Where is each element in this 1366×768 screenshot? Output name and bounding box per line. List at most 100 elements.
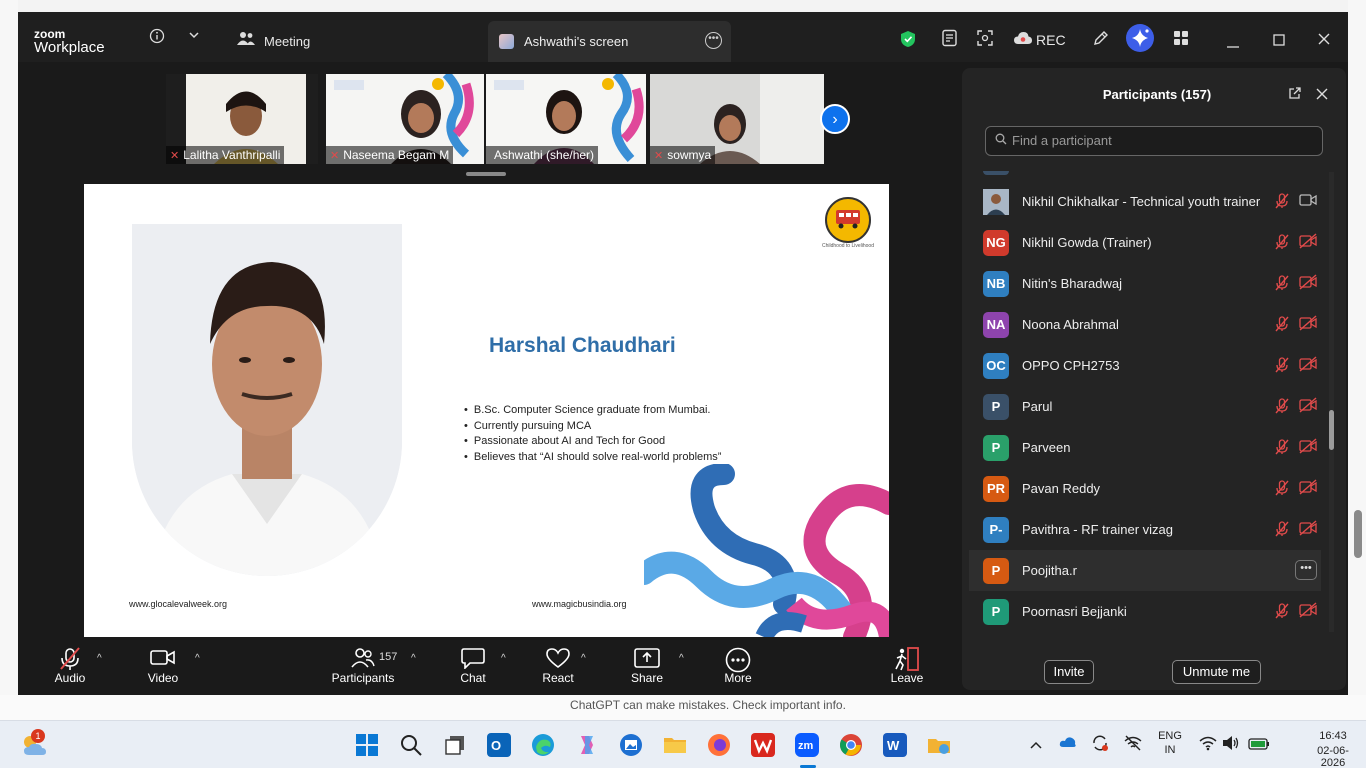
magic-bus-logo bbox=[825, 197, 871, 243]
wifi-icon[interactable] bbox=[1199, 735, 1217, 756]
video-tile-ashwathi[interactable]: Ashwathi (she/her) bbox=[486, 74, 646, 164]
avatar bbox=[983, 171, 1009, 175]
react-button[interactable]: React bbox=[538, 637, 578, 695]
participant-row[interactable]: P Parveen bbox=[969, 427, 1321, 468]
audio-button[interactable]: Audio bbox=[48, 637, 92, 695]
participant-row[interactable]: P Poojitha.r ••• bbox=[969, 550, 1321, 591]
find-participant-input[interactable]: Find a participant bbox=[985, 126, 1323, 156]
network-off-icon[interactable] bbox=[1124, 734, 1142, 757]
muted-mic-icon bbox=[1275, 603, 1289, 622]
edge-icon[interactable] bbox=[531, 733, 555, 757]
audio-options-caret[interactable]: ^ bbox=[97, 653, 102, 664]
file-explorer-icon[interactable] bbox=[663, 733, 687, 757]
background-browser-edge-right bbox=[1348, 0, 1366, 720]
chat-options-caret[interactable]: ^ bbox=[501, 653, 506, 664]
audio-label: Audio bbox=[54, 671, 86, 685]
zoom-window: zoom Workplace Meeting Ashwathi's screen… bbox=[18, 12, 1348, 695]
search-icon[interactable] bbox=[399, 733, 423, 757]
battery-icon[interactable] bbox=[1248, 737, 1270, 755]
onedrive-icon[interactable] bbox=[1059, 735, 1077, 754]
popout-icon[interactable] bbox=[1288, 86, 1302, 105]
title-bar: zoom Workplace Meeting Ashwathi's screen… bbox=[18, 12, 1348, 62]
slide-bullets: B.Sc. Computer Science graduate from Mum… bbox=[464, 403, 722, 465]
video-tile-sowmya[interactable]: ✕ sowmya bbox=[650, 74, 824, 164]
chrome-icon[interactable] bbox=[839, 733, 863, 757]
copilot-icon[interactable] bbox=[575, 733, 599, 757]
svg-text:O: O bbox=[491, 738, 501, 753]
react-options-caret[interactable]: ^ bbox=[581, 653, 586, 664]
tab-more-icon[interactable]: ••• bbox=[705, 32, 722, 49]
muted-mic-icon bbox=[1275, 398, 1289, 417]
cloud-record-icon[interactable] bbox=[1013, 31, 1033, 49]
muted-mic-icon bbox=[1275, 357, 1289, 376]
focus-view-icon[interactable] bbox=[976, 29, 994, 51]
participant-row[interactable]: P Poornasri Bejjanki bbox=[969, 591, 1321, 631]
participants-scrollbar[interactable] bbox=[1329, 172, 1334, 632]
zoom-app-icon[interactable]: zm bbox=[795, 733, 819, 757]
video-tile-naseema[interactable]: ✕ Naseema Begam M bbox=[326, 74, 484, 164]
more-button[interactable]: More bbox=[719, 637, 757, 695]
outlook-icon[interactable]: O bbox=[487, 733, 511, 757]
apps-grid-icon[interactable] bbox=[1173, 30, 1189, 50]
start-windows-icon[interactable] bbox=[355, 733, 379, 757]
sync-icon[interactable] bbox=[1091, 734, 1109, 757]
video-off-icon bbox=[1299, 274, 1317, 290]
participant-row[interactable]: NA Noona Abrahmal bbox=[969, 304, 1321, 345]
minimize-icon[interactable] bbox=[1226, 36, 1240, 53]
participant-row[interactable]: P- Pavithra - RF trainer vizag bbox=[969, 509, 1321, 550]
rec-label[interactable]: REC bbox=[1036, 32, 1066, 48]
video-options-caret[interactable]: ^ bbox=[195, 653, 200, 664]
video-tile-name: ✕ sowmya bbox=[650, 146, 716, 164]
participant-row[interactable]: PR Pavan Reddy bbox=[969, 468, 1321, 509]
photos-icon[interactable] bbox=[619, 733, 643, 757]
wps-office-icon[interactable] bbox=[751, 733, 775, 757]
participant-row[interactable]: NB Nitin's Bharadwaj bbox=[969, 263, 1321, 304]
firefox-icon[interactable] bbox=[707, 733, 731, 757]
participants-button[interactable]: Participants bbox=[328, 637, 398, 695]
participants-count: 157 bbox=[379, 651, 398, 663]
strip-drag-handle[interactable] bbox=[466, 172, 506, 176]
volume-icon[interactable] bbox=[1222, 735, 1240, 756]
share-screen-tab[interactable]: Ashwathi's screen ••• bbox=[488, 21, 731, 62]
video-tile-name: Ashwathi (she/her) bbox=[486, 146, 599, 164]
annotate-pencil-icon[interactable] bbox=[1092, 29, 1110, 51]
unmute-me-button[interactable]: Unmute me bbox=[1172, 660, 1261, 684]
avatar: P- bbox=[983, 517, 1009, 543]
participant-name: Nikhil Gowda (Trainer) bbox=[1022, 235, 1152, 250]
folder-app-icon[interactable] bbox=[927, 733, 951, 757]
participant-row[interactable]: NG Nikhil Gowda (Trainer) bbox=[969, 222, 1321, 263]
info-icon[interactable] bbox=[149, 28, 165, 48]
participant-row[interactable]: Nikhil Chikhalkar - Technical youth trai… bbox=[969, 181, 1321, 222]
background-scrollbar[interactable] bbox=[1354, 510, 1362, 558]
video-button[interactable]: Video bbox=[142, 637, 184, 695]
language-indicator[interactable]: ENG IN bbox=[1156, 730, 1184, 756]
video-tile-lalitha[interactable]: ✕ Lalitha Vanthripalli bbox=[166, 74, 318, 164]
invite-button[interactable]: Invite bbox=[1044, 660, 1094, 684]
share-options-caret[interactable]: ^ bbox=[679, 653, 684, 664]
participant-row[interactable]: P Parul bbox=[969, 386, 1321, 427]
video-off-icon bbox=[1299, 479, 1317, 495]
panel-close-icon[interactable] bbox=[1316, 87, 1328, 105]
close-icon[interactable] bbox=[1317, 32, 1331, 50]
chevron-down-icon[interactable] bbox=[188, 28, 200, 45]
avatar: NA bbox=[983, 312, 1009, 338]
word-icon[interactable]: W bbox=[883, 733, 907, 757]
participants-options-caret[interactable]: ^ bbox=[411, 653, 416, 664]
clock[interactable]: 16:43 02-06-2026 bbox=[1308, 730, 1358, 768]
tray-chevron-up-icon[interactable] bbox=[1029, 737, 1043, 755]
share-button[interactable]: Share bbox=[628, 637, 666, 695]
browser-notice: ChatGPT can make mistakes. Check importa… bbox=[0, 695, 1366, 720]
maximize-icon[interactable] bbox=[1272, 33, 1286, 51]
notes-icon[interactable] bbox=[941, 29, 959, 51]
leave-button[interactable]: Leave bbox=[888, 637, 926, 695]
task-view-icon[interactable] bbox=[443, 733, 467, 757]
encryption-shield-icon[interactable] bbox=[900, 30, 916, 52]
zoom-logo: zoom Workplace bbox=[34, 28, 105, 55]
participant-more-button[interactable]: ••• bbox=[1295, 560, 1317, 580]
participant-row[interactable]: OC OPPO CPH2753 bbox=[969, 345, 1321, 386]
ai-companion-icon[interactable] bbox=[1125, 23, 1155, 57]
scrollbar-thumb[interactable] bbox=[1329, 410, 1334, 450]
chat-button[interactable]: Chat bbox=[454, 637, 492, 695]
next-page-button[interactable]: › bbox=[820, 104, 850, 134]
meeting-tab[interactable]: Meeting bbox=[264, 34, 310, 49]
